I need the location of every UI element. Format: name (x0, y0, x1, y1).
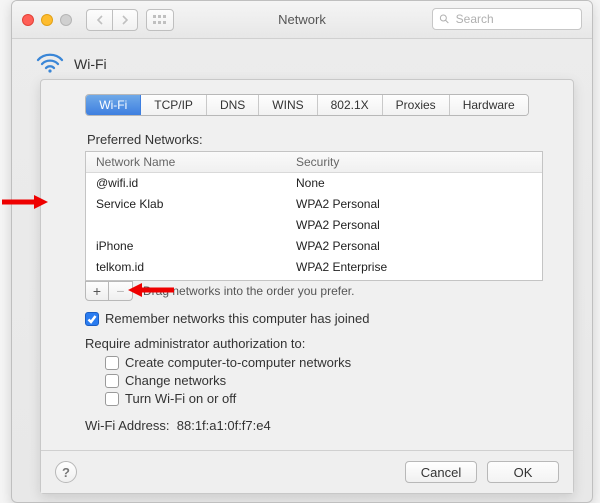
check-icon (87, 314, 97, 324)
admin-option-row[interactable]: Create computer-to-computer networks (105, 355, 543, 370)
list-toolbar: + − Drag networks into the order you pre… (85, 281, 543, 301)
wifi-address-label: Wi-Fi Address: (85, 418, 170, 433)
require-admin-label: Require administrator authorization to: (85, 336, 543, 351)
tab-tcpip[interactable]: TCP/IP (141, 95, 207, 115)
cell-name: iPhone (96, 238, 296, 255)
admin-option-row[interactable]: Change networks (105, 373, 543, 388)
admin-option-label: Turn Wi-Fi on or off (125, 391, 236, 406)
cancel-button[interactable]: Cancel (405, 461, 477, 483)
col-header-security[interactable]: Security (296, 155, 532, 169)
chevron-right-icon (121, 15, 129, 25)
col-header-name[interactable]: Network Name (96, 155, 296, 169)
admin-option-label: Create computer-to-computer networks (125, 355, 351, 370)
table-row[interactable]: telkom.id WPA2 Enterprise (86, 257, 542, 278)
tab-8021x[interactable]: 802.1X (318, 95, 383, 115)
chevron-left-icon (96, 15, 104, 25)
remember-networks-checkbox[interactable] (85, 312, 99, 326)
cell-security: WPA2 Personal (296, 238, 532, 255)
cell-name: Service Klab (96, 196, 296, 213)
search-input[interactable] (454, 11, 575, 27)
cell-name: @wifi.id (96, 175, 296, 192)
tab-wifi[interactable]: Wi-Fi (86, 95, 141, 115)
minimize-window-button[interactable] (41, 14, 53, 26)
search-icon (439, 13, 450, 25)
forward-button (112, 9, 138, 31)
cell-security: WPA2 Personal (296, 196, 532, 213)
table-header: Network Name Security (86, 152, 542, 173)
table-row[interactable]: @wifi.id None (86, 173, 542, 194)
ok-button[interactable]: OK (487, 461, 559, 483)
tab-wins[interactable]: WINS (259, 95, 317, 115)
table-row[interactable]: WPA2 Personal (86, 215, 542, 236)
admin-option-label: Change networks (125, 373, 226, 388)
drag-hint: Drag networks into the order you prefer. (143, 284, 354, 298)
cell-name-apple-logo (96, 217, 296, 234)
remember-networks-row[interactable]: Remember networks this computer has join… (85, 311, 543, 326)
tab-proxies[interactable]: Proxies (383, 95, 450, 115)
admin-toggle-wifi-checkbox[interactable] (105, 392, 119, 406)
show-all-button[interactable] (146, 9, 174, 31)
titlebar: Network (12, 1, 592, 39)
zoom-window-button (60, 14, 72, 26)
table-row[interactable]: iPhone WPA2 Personal (86, 236, 542, 257)
require-admin-options: Create computer-to-computer networks Cha… (105, 355, 543, 406)
search-field[interactable] (432, 8, 582, 30)
table-row[interactable]: Service Klab WPA2 Personal (86, 194, 542, 215)
interface-name: Wi-Fi (74, 56, 107, 72)
grid-icon (153, 15, 167, 25)
tabs: Wi-Fi TCP/IP DNS WINS 802.1X Proxies Har… (85, 94, 528, 116)
nav-buttons (86, 9, 138, 31)
sheet-content: Preferred Networks: Network Name Securit… (41, 124, 573, 450)
tab-dns[interactable]: DNS (207, 95, 259, 115)
preferred-networks-table[interactable]: Network Name Security @wifi.id None Serv… (85, 151, 543, 281)
cell-security: None (296, 175, 532, 192)
close-window-button[interactable] (22, 14, 34, 26)
admin-change-networks-checkbox[interactable] (105, 374, 119, 388)
admin-create-adhoc-checkbox[interactable] (105, 356, 119, 370)
tab-hardware[interactable]: Hardware (450, 95, 528, 115)
wifi-address-value: 88:1f:a1:0f:f7:e4 (177, 418, 271, 433)
add-network-button[interactable]: + (85, 281, 109, 301)
remove-network-button[interactable]: − (109, 281, 133, 301)
help-button[interactable]: ? (55, 461, 77, 483)
preferences-window: Network Wi-Fi Wi-Fi TCP/IP DNS WINS 802.… (11, 0, 593, 503)
cell-security: WPA2 Enterprise (296, 259, 532, 276)
window-controls (22, 14, 72, 26)
prefs-header: Wi-Fi (12, 39, 592, 82)
cell-name: telkom.id (96, 259, 296, 276)
admin-option-row[interactable]: Turn Wi-Fi on or off (105, 391, 543, 406)
remember-networks-label: Remember networks this computer has join… (105, 311, 369, 326)
preferred-networks-label: Preferred Networks: (87, 132, 543, 147)
cell-security: WPA2 Personal (296, 217, 532, 234)
sheet-footer: ? Cancel OK (41, 450, 573, 493)
back-button[interactable] (86, 9, 112, 31)
advanced-sheet: Wi-Fi TCP/IP DNS WINS 802.1X Proxies Har… (40, 79, 574, 494)
wifi-address-row: Wi-Fi Address: 88:1f:a1:0f:f7:e4 (85, 418, 543, 433)
wifi-icon (36, 51, 64, 76)
